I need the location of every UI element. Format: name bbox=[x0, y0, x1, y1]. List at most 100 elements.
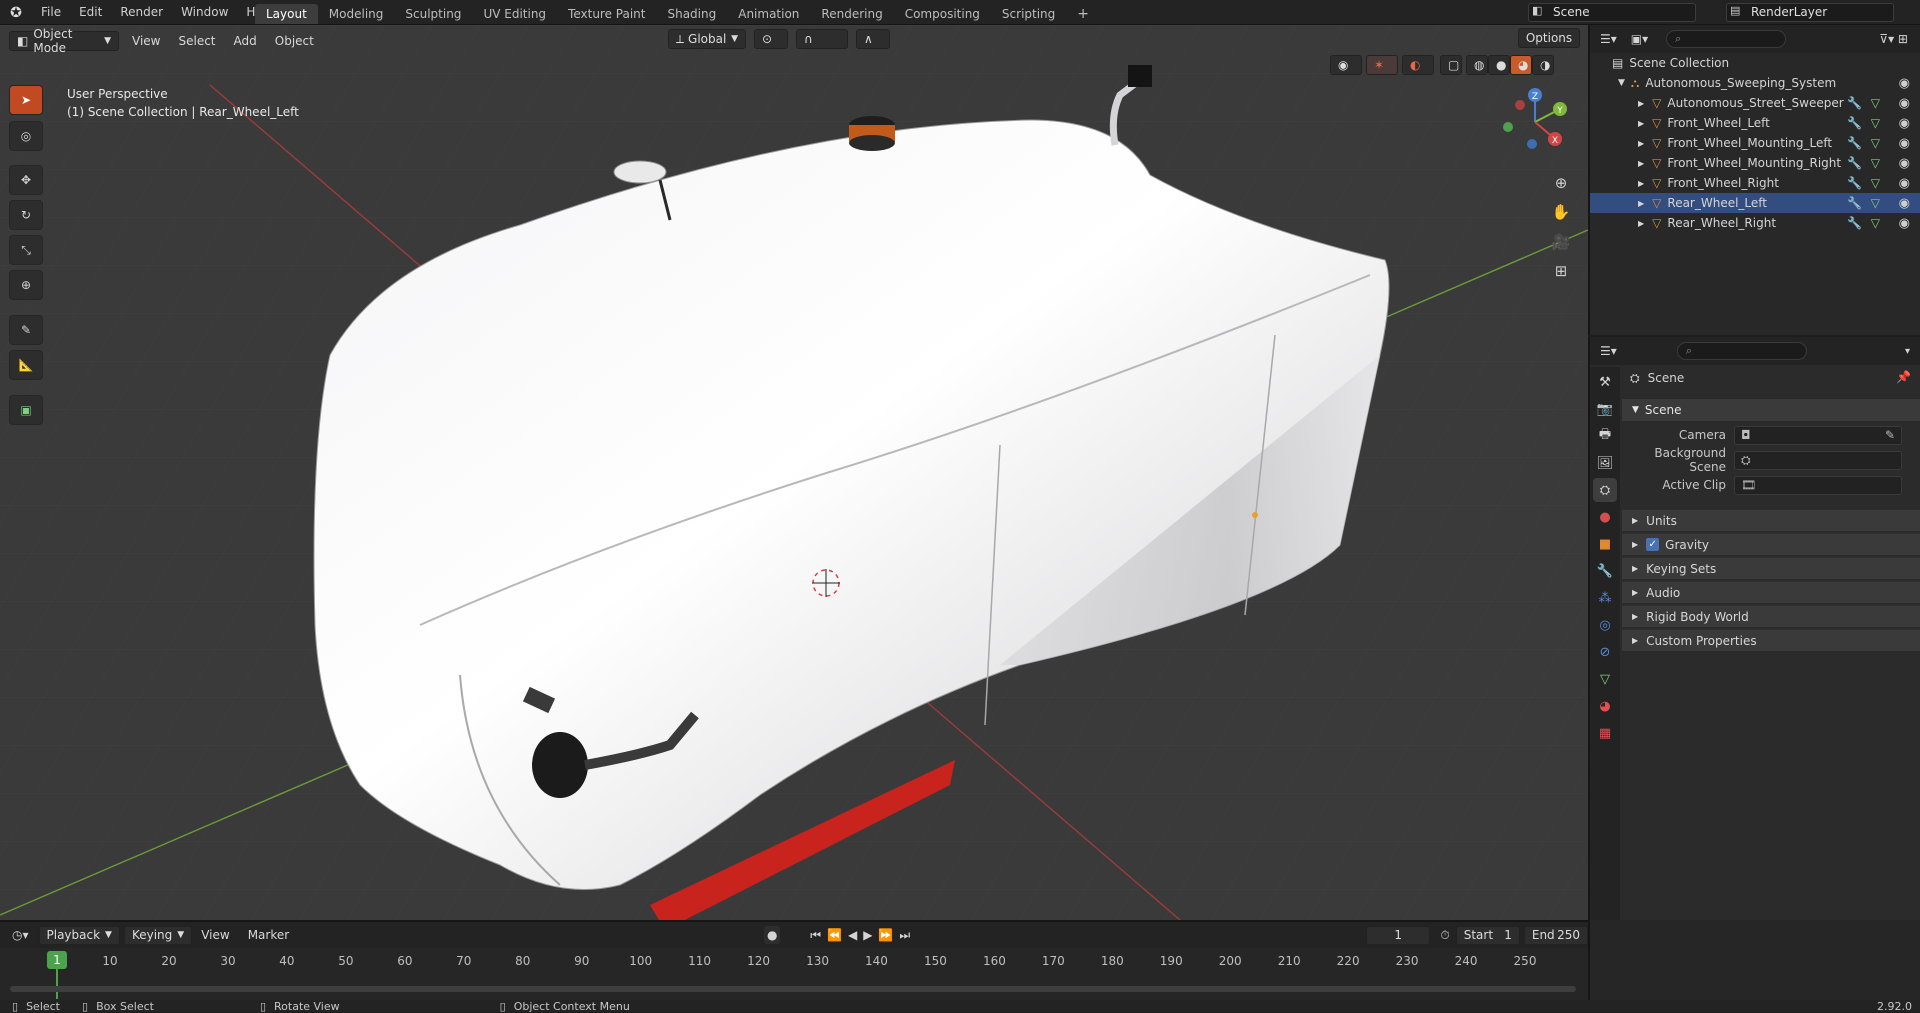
3d-viewport[interactable]: ◧ Object Mode ▼ View Select Add Object ⟂… bbox=[0, 25, 1588, 920]
outliner-object-row[interactable]: ▶ ▽ Front_Wheel_Mounting_Right 🔧 ▽ ◉ bbox=[1590, 153, 1920, 173]
viewport-menu-object[interactable]: Object bbox=[266, 34, 323, 48]
outliner-scene-collection[interactable]: ▤ Scene Collection bbox=[1590, 53, 1920, 73]
modifier-wrench-icon[interactable]: 🔧 bbox=[1847, 176, 1862, 190]
object-mode-dropdown[interactable]: ◧ Object Mode ▼ bbox=[9, 27, 119, 55]
viewport-menu-add[interactable]: Add bbox=[225, 34, 266, 48]
mesh-data-icon[interactable]: ▽ bbox=[1871, 156, 1880, 170]
outliner-object-row[interactable]: ▶ ▽ Autonomous_Street_Sweeper 🔧 ▽ ◉ bbox=[1590, 93, 1920, 113]
editor-type-icon[interactable]: ☰▾ bbox=[1600, 32, 1617, 46]
end-frame-field[interactable]: End 250 bbox=[1523, 925, 1589, 945]
eye-icon[interactable]: ◉ bbox=[1899, 96, 1910, 111]
playhead[interactable]: 1 bbox=[47, 951, 67, 969]
expand-arrow-icon[interactable]: ▶ bbox=[1638, 219, 1644, 228]
shading-solid[interactable]: ● bbox=[1488, 55, 1510, 75]
expand-arrow-icon[interactable]: ▶ bbox=[1638, 199, 1644, 208]
active-clip-field[interactable]: 🎞 bbox=[1734, 475, 1902, 495]
eye-icon[interactable]: ◉ bbox=[1899, 176, 1910, 191]
mesh-data-icon[interactable]: ▽ bbox=[1871, 96, 1880, 110]
mesh-data-icon[interactable]: ▽ bbox=[1871, 196, 1880, 210]
tab-view-layer[interactable]: 🖼 bbox=[1593, 451, 1617, 475]
eye-icon[interactable]: ◉ bbox=[1899, 136, 1910, 151]
keying-dropdown[interactable]: Keying ▼ bbox=[123, 925, 193, 945]
stopwatch-icon[interactable]: ⏱ bbox=[1440, 928, 1449, 943]
modifier-wrench-icon[interactable]: 🔧 bbox=[1847, 156, 1862, 170]
xray-toggle[interactable]: ▢ bbox=[1440, 55, 1462, 75]
menu-edit[interactable]: Edit bbox=[70, 0, 111, 25]
outliner-object-row[interactable]: ▶ ▽ Front_Wheel_Right 🔧 ▽ ◉ bbox=[1590, 173, 1920, 193]
modifier-wrench-icon[interactable]: 🔧 bbox=[1847, 136, 1862, 150]
zoom-view-button[interactable]: ⊕ bbox=[1548, 170, 1574, 196]
options-dropdown[interactable]: Options bbox=[1518, 28, 1580, 48]
tool-cursor[interactable]: ◎ bbox=[9, 121, 43, 151]
modifier-wrench-icon[interactable]: 🔧 bbox=[1847, 196, 1862, 210]
viewport-menu-view[interactable]: View bbox=[123, 34, 169, 48]
current-frame-field[interactable]: 1 bbox=[1366, 925, 1431, 945]
transform-orientation-dropdown[interactable]: ⟂ Global ▼ bbox=[668, 29, 746, 49]
tool-rotate[interactable]: ↻ bbox=[9, 200, 43, 230]
timeline-editor-icon[interactable]: ◷▾ bbox=[12, 928, 29, 942]
menu-file[interactable]: File bbox=[32, 0, 70, 25]
viewport-scene[interactable] bbox=[0, 25, 1588, 920]
timeline[interactable]: ◷▾ Playback ▼ Keying ▼ View Marker ● ⏮⏪◀▶⏩… bbox=[0, 920, 1589, 1000]
tab-physics[interactable]: ◎ bbox=[1593, 613, 1617, 637]
timeline-menu-marker[interactable]: Marker bbox=[239, 928, 298, 942]
filter-icon[interactable]: ⊽▾ ⊞ bbox=[1879, 32, 1908, 46]
chevron-down-icon[interactable]: ▾ bbox=[1905, 346, 1910, 357]
tab-animation[interactable]: Animation bbox=[727, 4, 810, 24]
subpanel-custom-properties[interactable]: ▶ Custom Properties bbox=[1622, 629, 1920, 651]
navigation-gizmo[interactable]: Z Y X bbox=[1500, 87, 1570, 157]
outliner-object-row[interactable]: ▶ ▽ Front_Wheel_Left 🔧 ▽ ◉ bbox=[1590, 113, 1920, 133]
playback-controls[interactable]: ⏮⏪◀▶⏩⏭ bbox=[810, 928, 916, 943]
tab-scripting[interactable]: Scripting bbox=[991, 4, 1066, 24]
tab-material[interactable]: ◕ bbox=[1593, 694, 1617, 718]
shading-material[interactable]: ◕ bbox=[1510, 55, 1532, 75]
tool-transform[interactable]: ⊕ bbox=[9, 270, 43, 300]
tab-layout[interactable]: Layout bbox=[255, 4, 318, 24]
props-editor-type-icon[interactable]: ☰▾ bbox=[1600, 344, 1617, 358]
camera-field[interactable]: ◘ ✎ bbox=[1734, 425, 1902, 445]
expand-arrow-icon[interactable]: ▶ bbox=[1638, 139, 1644, 148]
outliner-object-row[interactable]: ▶ ▽ Rear_Wheel_Left 🔧 ▽ ◉ bbox=[1590, 193, 1920, 213]
tab-scene[interactable]: ⛭ bbox=[1593, 478, 1617, 502]
subpanel-audio[interactable]: ▶ Audio bbox=[1622, 581, 1920, 603]
tab-data[interactable]: ▽ bbox=[1593, 667, 1617, 691]
modifier-wrench-icon[interactable]: 🔧 bbox=[1847, 216, 1862, 230]
tool-move[interactable]: ✥ bbox=[9, 165, 43, 195]
subpanel-units[interactable]: ▶ Units bbox=[1622, 509, 1920, 531]
start-frame-field[interactable]: Start 1 bbox=[1455, 925, 1520, 945]
background-scene-field[interactable]: ⛭ bbox=[1734, 450, 1902, 470]
display-mode-icon[interactable]: ▣▾ bbox=[1631, 32, 1648, 46]
scene-panel-header[interactable]: ▼ Scene bbox=[1622, 399, 1920, 421]
mesh-data-icon[interactable]: ▽ bbox=[1871, 136, 1880, 150]
tab-object[interactable]: ■ bbox=[1593, 532, 1617, 556]
tab-rendering[interactable]: Rendering bbox=[810, 4, 893, 24]
tool-scale[interactable]: ⤡ bbox=[9, 235, 43, 265]
tool-select-box[interactable]: ➤ bbox=[9, 85, 43, 115]
overlays-toggle[interactable]: ◐ bbox=[1402, 55, 1434, 75]
eye-icon[interactable]: ◉ bbox=[1899, 216, 1910, 231]
menu-render[interactable]: Render bbox=[111, 0, 172, 25]
tool-measure[interactable]: 📐 bbox=[9, 350, 43, 380]
expand-arrow-icon[interactable]: ▼ bbox=[1618, 78, 1625, 88]
eye-icon[interactable]: ◉ bbox=[1899, 196, 1910, 211]
modifier-wrench-icon[interactable]: 🔧 bbox=[1847, 96, 1862, 110]
tab-tool[interactable]: ⚒ bbox=[1593, 370, 1617, 394]
tab-world[interactable]: ● bbox=[1593, 505, 1617, 529]
tab-render[interactable]: 📷 bbox=[1593, 397, 1617, 421]
mesh-data-icon[interactable]: ▽ bbox=[1871, 216, 1880, 230]
tool-add-cube[interactable]: ▣ bbox=[9, 395, 43, 425]
menu-window[interactable]: Window bbox=[172, 0, 237, 25]
tab-output[interactable]: 🖶 bbox=[1593, 424, 1617, 448]
timeline-menu-view[interactable]: View bbox=[192, 928, 238, 942]
mesh-data-icon[interactable]: ▽ bbox=[1871, 116, 1880, 130]
expand-arrow-icon[interactable]: ▶ bbox=[1638, 159, 1644, 168]
tab-uv-editing[interactable]: UV Editing bbox=[472, 4, 557, 24]
gravity-checkbox[interactable]: ✓ bbox=[1646, 538, 1660, 551]
add-workspace-button[interactable]: + bbox=[1066, 4, 1100, 24]
pivot-point-dropdown[interactable]: ⊙ bbox=[754, 29, 788, 49]
shading-wireframe[interactable]: ◍ bbox=[1466, 55, 1488, 75]
tab-particles[interactable]: ⁂ bbox=[1593, 586, 1617, 610]
subpanel-keying-sets[interactable]: ▶ Keying Sets bbox=[1622, 557, 1920, 579]
pan-view-button[interactable]: ✋ bbox=[1548, 199, 1574, 225]
visibility-dropdown[interactable]: ◉ bbox=[1330, 55, 1362, 75]
